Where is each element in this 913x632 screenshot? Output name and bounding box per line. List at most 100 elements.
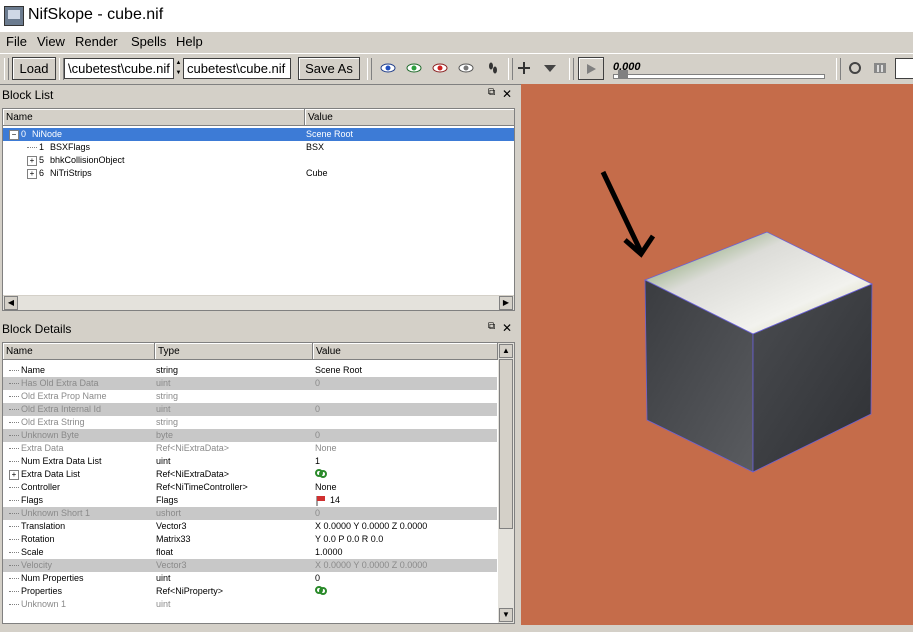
float-icon[interactable]: ⧉: [488, 88, 498, 98]
block-detail-row[interactable]: Translation Vector3 X 0.0000 Y 0.0000 Z 0.…: [3, 520, 497, 533]
toolbar-grip[interactable]: [569, 58, 574, 80]
block-list-row[interactable]: +6 NiTriStrips Cube: [3, 167, 514, 180]
menu-view[interactable]: View: [37, 34, 65, 49]
scroll-left-icon[interactable]: ◀: [4, 296, 18, 310]
vertical-scrollbar[interactable]: ▲ ▼: [498, 343, 514, 623]
field-value[interactable]: 1.0000: [315, 546, 495, 559]
block-detail-row[interactable]: Velocity Vector3 X 0.0000 Y 0.0000 Z 0.000…: [3, 559, 497, 572]
close-icon[interactable]: ✕: [502, 321, 512, 335]
anim-sequence-field[interactable]: [895, 58, 913, 79]
horizontal-scrollbar[interactable]: ◀ ▶: [3, 295, 514, 310]
block-details-tree[interactable]: Name Type Value Name string Scene Root Has …: [2, 342, 515, 624]
toolbar-grip[interactable]: [4, 58, 9, 80]
float-icon[interactable]: ⧉: [488, 322, 498, 332]
scrollbar-thumb[interactable]: [499, 359, 513, 529]
block-list-row[interactable]: −0 NiNode Scene Root: [3, 128, 514, 141]
loop-icon[interactable]: [847, 61, 863, 75]
block-list-titlebar: Block List ⧉ ✕: [0, 85, 516, 105]
tree-expander-icon[interactable]: +: [9, 469, 19, 480]
block-detail-row[interactable]: Old Extra Internal Id uint 0: [3, 403, 497, 416]
block-detail-row[interactable]: + Extra Data List Ref<NiExtraData>: [3, 468, 497, 481]
block-list-tree[interactable]: Name Value −0 NiNode Scene Root 1 BSXFlags BS…: [2, 108, 515, 311]
eye-red-icon[interactable]: [432, 61, 448, 75]
save-path-field[interactable]: cubetest\cube.nif: [183, 58, 291, 79]
toolbar-grip[interactable]: [367, 58, 372, 80]
eye-gray-icon[interactable]: [458, 61, 474, 75]
block-detail-row[interactable]: Controller Ref<NiTimeController> None: [3, 481, 497, 494]
block-detail-row[interactable]: Extra Data Ref<NiExtraData> None: [3, 442, 497, 455]
eye-green-icon[interactable]: [406, 61, 422, 75]
scroll-down-icon[interactable]: ▼: [499, 608, 513, 622]
block-detail-row[interactable]: Unknown Byte byte 0: [3, 429, 497, 442]
field-value[interactable]: 1: [315, 455, 495, 468]
flag-icon[interactable]: [315, 495, 327, 507]
column-header-name[interactable]: Name: [3, 109, 305, 126]
eye-blue-icon[interactable]: [380, 61, 396, 75]
menu-file[interactable]: File: [6, 34, 27, 49]
field-value[interactable]: X 0.0000 Y 0.0000 Z 0.0000: [315, 559, 495, 572]
field-value[interactable]: 0: [315, 403, 495, 416]
field-value[interactable]: 0: [315, 429, 495, 442]
field-value[interactable]: X 0.0000 Y 0.0000 Z 0.0000: [315, 520, 495, 533]
field-value[interactable]: None: [315, 481, 495, 494]
block-detail-row[interactable]: Old Extra String string: [3, 416, 497, 429]
load-button[interactable]: Load: [12, 57, 56, 80]
block-index: 6: [39, 168, 45, 178]
block-detail-row[interactable]: Old Extra Prop Name string: [3, 390, 497, 403]
column-header-name[interactable]: Name: [3, 343, 155, 360]
menu-render[interactable]: Render: [75, 34, 118, 49]
animation-slider[interactable]: [613, 74, 825, 79]
block-detail-row[interactable]: Rotation Matrix33 Y 0.0 P 0.0 R 0.0: [3, 533, 497, 546]
block-index: 0: [21, 129, 27, 139]
field-type: Ref<NiExtraData>: [156, 469, 230, 479]
block-detail-row[interactable]: Flags Flags 14: [3, 494, 497, 507]
axes-icon[interactable]: [516, 61, 532, 75]
toolbar-grip[interactable]: [836, 58, 841, 80]
block-list-title: Block List: [2, 88, 54, 102]
block-detail-row[interactable]: Num Properties uint 0: [3, 572, 497, 585]
tree-expander-icon[interactable]: +: [27, 155, 37, 166]
field-value[interactable]: 0: [315, 507, 495, 520]
block-detail-row[interactable]: Properties Ref<NiProperty>: [3, 585, 497, 598]
block-list-row[interactable]: +5 bhkCollisionObject: [3, 154, 514, 167]
close-icon[interactable]: ✕: [502, 87, 512, 101]
block-detail-row[interactable]: Unknown Short 1 ushort 0: [3, 507, 497, 520]
field-value[interactable]: None: [315, 442, 495, 455]
block-detail-row[interactable]: Has Old Extra Data uint 0: [3, 377, 497, 390]
block-detail-row[interactable]: Num Extra Data List uint 1: [3, 455, 497, 468]
scroll-right-icon[interactable]: ▶: [499, 296, 513, 310]
footprints-icon[interactable]: [485, 61, 501, 75]
field-value[interactable]: 0: [315, 377, 495, 390]
field-name: Old Extra Internal Id: [21, 404, 102, 414]
block-list-row[interactable]: 1 BSXFlags BSX: [3, 141, 514, 154]
block-detail-row[interactable]: Scale float 1.0000: [3, 546, 497, 559]
link-chain-icon[interactable]: [315, 468, 327, 479]
scroll-up-icon[interactable]: ▲: [499, 344, 513, 358]
menu-help[interactable]: Help: [176, 34, 203, 49]
switch-icon[interactable]: [872, 61, 888, 75]
animation-slider-handle[interactable]: [618, 70, 628, 78]
column-header-value[interactable]: Value: [305, 109, 514, 126]
column-header-type[interactable]: Type: [155, 343, 313, 360]
tree-expander-icon[interactable]: +: [27, 168, 37, 179]
link-chain-icon[interactable]: [315, 585, 327, 596]
save-as-button[interactable]: Save As: [298, 57, 360, 80]
path-spinner-icon[interactable]: ▲ ▼: [175, 58, 182, 79]
block-detail-row[interactable]: Name string Scene Root: [3, 364, 497, 377]
render-viewport[interactable]: [521, 84, 913, 625]
field-value[interactable]: Scene Root: [315, 364, 495, 377]
field-value[interactable]: 0: [315, 572, 495, 585]
toolbar-grip[interactable]: [508, 58, 513, 80]
field-type: float: [156, 547, 174, 557]
field-value[interactable]: 14: [315, 494, 495, 507]
play-button[interactable]: [578, 57, 604, 80]
field-value[interactable]: Y 0.0 P 0.0 R 0.0: [315, 533, 495, 546]
column-header-value[interactable]: Value: [313, 343, 498, 360]
tree-expander-icon[interactable]: −: [9, 129, 19, 140]
menu-spells[interactable]: Spells: [131, 34, 166, 49]
block-index: 5: [39, 155, 45, 165]
block-detail-row[interactable]: Unknown 1 uint: [3, 598, 497, 611]
dropdown-arrow-icon[interactable]: [542, 61, 558, 75]
load-path-field[interactable]: \cubetest\cube.nif: [64, 58, 174, 79]
main-toolbar: Load \cubetest\cube.nif ▲ ▼ cubetest\cube…: [0, 53, 913, 85]
